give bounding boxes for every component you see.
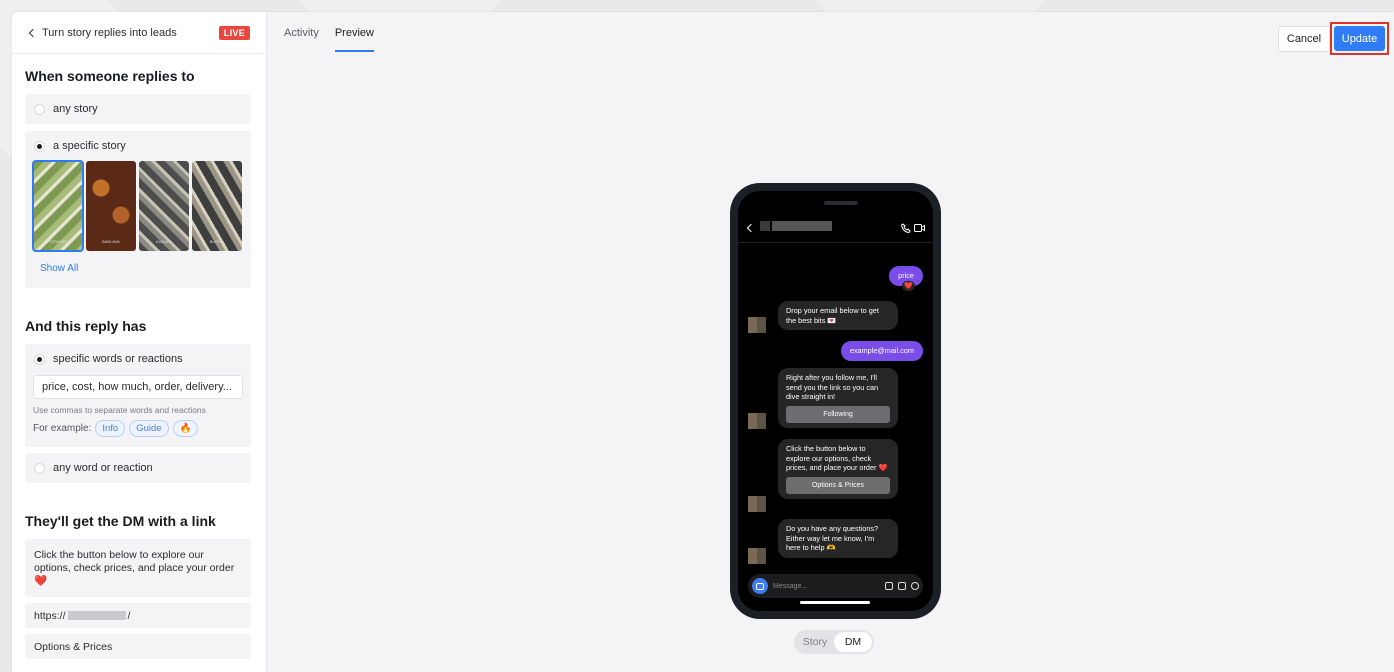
story-thumbnails: PISTACHIO BAKLAVA KUNAFA BURMA [32,160,242,252]
incoming-message: Drop your email below to get the best bi… [778,301,898,330]
sticker-icon[interactable] [898,582,906,590]
condition-heading: And this reply has [25,318,147,334]
keyword-examples: For example: Info Guide 🔥 [33,420,199,437]
story-thumbnail[interactable]: PISTACHIO [32,160,84,252]
live-badge: LIVE [218,25,250,40]
panel-header: Turn story replies into leads LIVE [12,12,266,54]
keywords-hint: Use commas to separate words and reactio… [33,405,206,415]
back-button[interactable]: Turn story replies into leads [28,26,177,39]
chat-header [738,213,933,243]
heart-reaction: ❤️ [902,281,915,291]
home-indicator [800,601,870,604]
option-specific-words[interactable]: specific words or reactions price, cost,… [25,344,251,447]
view-tabs: Activity Preview [284,12,375,54]
sender-avatar [748,496,766,512]
phone-preview: price ❤️ Drop your email below to get th… [730,183,941,619]
chevron-left-icon [28,28,38,37]
option-any-story[interactable]: any story [25,94,251,124]
toggle-dm[interactable]: DM [834,632,872,652]
update-button[interactable]: Update [1334,26,1385,51]
dm-message-box[interactable]: Click the button below to explore our op… [25,539,251,597]
story-thumbnail[interactable]: KUNAFA [139,161,189,251]
dm-heading: They'll get the DM with a link [25,513,216,529]
radio-specific-words[interactable] [34,353,45,365]
sender-avatar [748,317,766,333]
automation-settings-panel: Turn story replies into leads LIVE When … [12,12,267,672]
phone-call-icon [901,223,911,233]
cancel-button[interactable]: Cancel [1278,26,1330,52]
examples-label: For example: [33,423,92,434]
tab-activity[interactable]: Activity [284,12,319,54]
toggle-story[interactable]: Story [796,636,834,648]
link-prefix: https:// [34,609,66,622]
update-button-highlight: Update [1330,22,1389,55]
phone-notch [824,201,858,205]
option-specific-story[interactable]: a specific story PISTACHIO BAKLAVA KUNAF… [25,131,251,288]
sender-avatar [748,413,766,429]
dm-message-text: Click the button below to explore our op… [34,549,235,587]
options-prices-button[interactable]: Options & Prices [786,476,890,494]
preview-mode-toggle: Story DM [794,630,874,654]
incoming-message: Click the button below to explore our op… [778,439,898,499]
keywords-input[interactable]: price, cost, how much, order, delivery..… [33,375,243,399]
option-specific-words-label: specific words or reactions [53,353,183,365]
trigger-heading: When someone replies to [25,68,195,84]
phone-screen: price ❤️ Drop your email below to get th… [738,191,933,611]
redacted-username [772,221,832,231]
story-thumbnail[interactable]: BAKLAVA [86,161,136,251]
redacted-domain [67,611,126,620]
outgoing-message: example@mail.com [840,341,923,361]
message-input[interactable]: Message... [773,583,880,590]
option-any-word[interactable]: any word or reaction [25,453,251,483]
option-any-story-label: any story [53,103,98,115]
example-chip[interactable]: Info [95,420,126,437]
plus-icon[interactable] [911,582,919,590]
sender-avatar [748,548,766,564]
example-chip[interactable]: Guide [129,420,169,437]
camera-icon[interactable] [752,578,768,594]
chevron-left-icon [746,223,756,232]
option-specific-story-label: a specific story [53,140,126,152]
option-any-word-label: any word or reaction [53,462,153,474]
automation-title: Turn story replies into leads [42,26,177,39]
message-composer[interactable]: Message... [748,574,923,598]
dm-button-label: Options & Prices [34,640,113,653]
show-all-link[interactable]: Show All [40,263,78,274]
link-suffix: / [127,609,131,622]
app-window: Turn story replies into leads LIVE When … [12,12,1394,672]
tab-preview[interactable]: Preview [334,12,375,54]
redacted-avatar [760,221,770,231]
incoming-message: Do you have any questions? Either way le… [778,519,898,558]
incoming-message: Right after you follow me, I'll send you… [778,368,898,428]
following-button[interactable]: Following [786,405,890,423]
video-call-icon [914,224,925,232]
radio-any-story[interactable] [34,103,45,115]
radio-specific-story[interactable] [34,140,45,152]
radio-any-word[interactable] [34,462,45,474]
story-thumbnail[interactable]: BURMA [192,161,242,251]
dm-button-label-field[interactable]: Options & Prices [25,634,251,659]
gallery-icon[interactable] [885,582,893,590]
dm-link-field[interactable]: https:// / [25,603,251,628]
example-chip[interactable]: 🔥 [172,420,199,437]
